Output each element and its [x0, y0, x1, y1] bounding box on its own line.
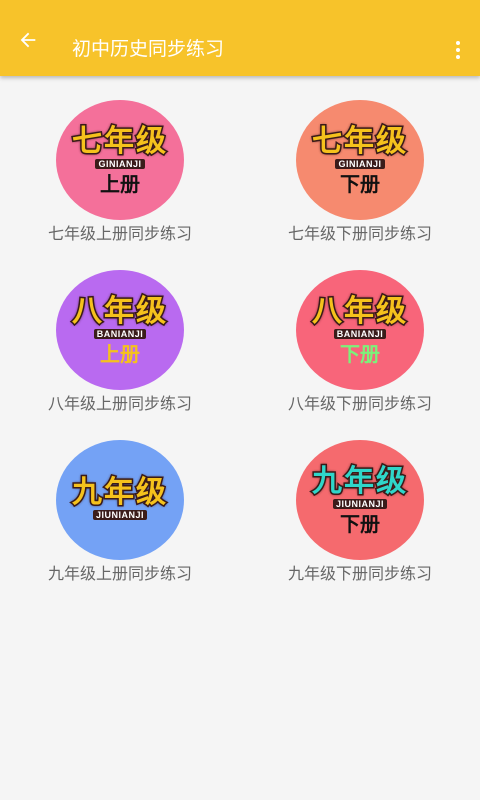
badge-grade-text: 八年级 [311, 293, 408, 329]
back-button[interactable] [14, 26, 42, 54]
badge-grade-text: 九年级 [71, 474, 168, 510]
arrow-left-icon [20, 32, 36, 48]
badge-volume-text: 上册 [100, 171, 140, 196]
badge-pinyin-text: GINIANJI [95, 158, 145, 169]
grade-badge: 八年级 BANIANJI 上册 [56, 270, 184, 390]
badge-volume-text: 下册 [340, 171, 380, 196]
grade-badge: 七年级 GINIANJI 下册 [296, 100, 424, 220]
badge-volume-text: 下册 [340, 511, 380, 536]
badge-volume-text: 上册 [100, 341, 140, 366]
app-bar: 初中历史同步练习 [0, 0, 480, 76]
grade-label: 八年级上册同步练习 [47, 394, 192, 413]
badge-pinyin-text: BANIANJI [93, 328, 147, 339]
grade-label: 七年级下册同步练习 [287, 224, 432, 243]
overflow-menu-button[interactable] [448, 36, 468, 64]
grade-label: 九年级下册同步练习 [287, 564, 432, 583]
badge-volume-text: 下册 [340, 341, 380, 366]
grade-badge: 八年级 BANIANJI 下册 [296, 270, 424, 390]
badge-grade-text: 七年级 [71, 123, 168, 159]
badge-pinyin-text: JIUNIANJI [332, 498, 387, 509]
grade-card-8-down[interactable]: 八年级 BANIANJI 下册 八年级下册同步练习 [240, 270, 480, 420]
grade-card-9-up[interactable]: 九年级 JIUNIANJI 九年级上册同步练习 [0, 440, 240, 590]
more-vert-icon [456, 41, 460, 45]
grade-card-7-up[interactable]: 七年级 GINIANJI 上册 七年级上册同步练习 [0, 100, 240, 250]
page-title: 初中历史同步练习 [72, 38, 225, 60]
badge-pinyin-text: GINIANJI [335, 158, 385, 169]
grade-label: 八年级下册同步练习 [287, 394, 432, 413]
badge-grade-text: 八年级 [71, 293, 168, 329]
grade-card-8-up[interactable]: 八年级 BANIANJI 上册 八年级上册同步练习 [0, 270, 240, 420]
grade-card-9-down[interactable]: 九年级 JIUNIANJI 下册 九年级下册同步练习 [240, 440, 480, 590]
grade-badge: 九年级 JIUNIANJI [56, 440, 184, 560]
grade-label: 七年级上册同步练习 [47, 224, 192, 243]
grade-card-7-down[interactable]: 七年级 GINIANJI 下册 七年级下册同步练习 [240, 100, 480, 250]
badge-grade-text: 七年级 [311, 123, 408, 159]
badge-grade-text: 九年级 [311, 463, 408, 499]
grade-badge: 九年级 JIUNIANJI 下册 [296, 440, 424, 560]
badge-pinyin-text: BANIANJI [333, 328, 387, 339]
grade-label: 九年级上册同步练习 [47, 564, 192, 583]
badge-pinyin-text: JIUNIANJI [92, 509, 147, 520]
grade-badge: 七年级 GINIANJI 上册 [56, 100, 184, 220]
